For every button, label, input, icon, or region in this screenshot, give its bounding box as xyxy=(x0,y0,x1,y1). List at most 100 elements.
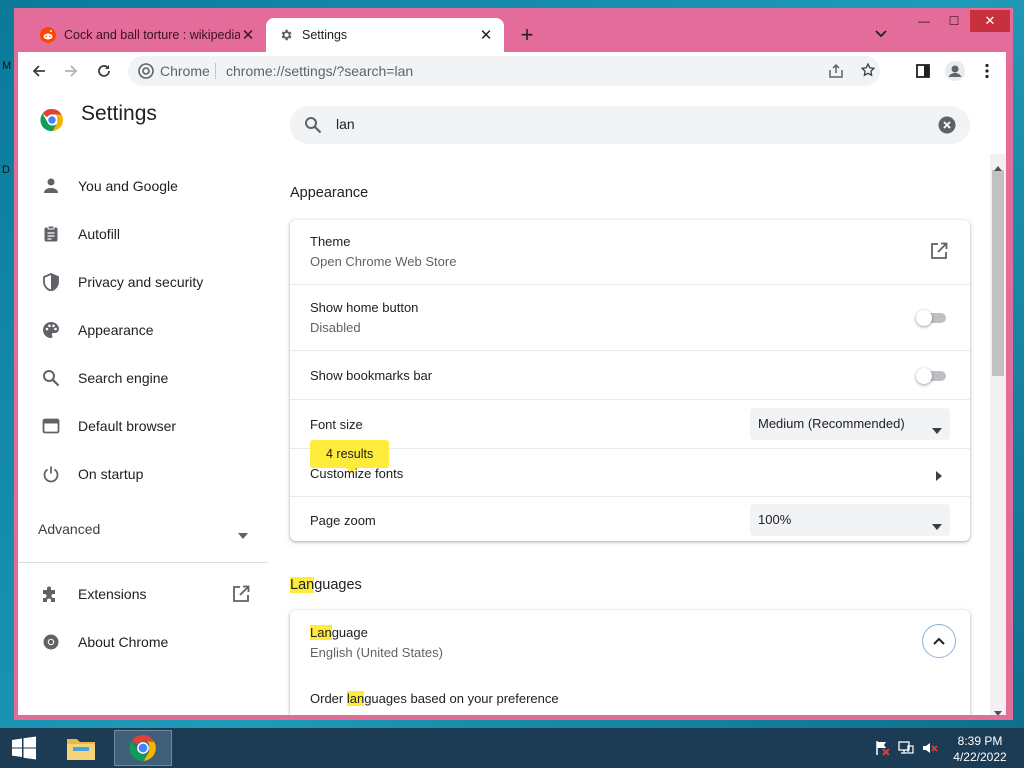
menu-button[interactable] xyxy=(974,58,1000,84)
languages-section-title: Languages xyxy=(290,577,362,593)
open-in-new-icon[interactable] xyxy=(930,242,948,265)
chrome-icon xyxy=(138,63,154,84)
language-row[interactable]: Language English (United States) xyxy=(290,610,970,674)
tab-reddit[interactable]: Cock and ball torture : wikipedia ✕ xyxy=(34,18,266,52)
customize-fonts-title: Customize fonts xyxy=(310,466,404,481)
scroll-down-icon[interactable] xyxy=(994,704,1002,715)
home-button-title: Show home button xyxy=(310,300,419,315)
start-button[interactable] xyxy=(4,730,44,766)
search-icon xyxy=(40,367,62,389)
advanced-toggle[interactable]: Advanced xyxy=(38,514,248,544)
sidebar-item-on-startup[interactable]: On startup xyxy=(18,454,268,494)
browser-icon xyxy=(40,415,62,437)
sidebar-divider xyxy=(18,562,268,563)
search-results-bubble: 4 results xyxy=(310,440,390,474)
settings-search[interactable]: lan xyxy=(290,106,970,144)
caret-down-icon xyxy=(932,517,942,535)
sidebar-item-label: Default browser xyxy=(78,418,177,434)
language-title: Language xyxy=(310,625,368,640)
forward-button[interactable] xyxy=(58,58,84,84)
share-icon[interactable] xyxy=(828,63,844,84)
side-panel-button[interactable] xyxy=(910,58,936,84)
collapse-language-button[interactable] xyxy=(922,624,956,658)
sidebar-item-label: Autofill xyxy=(78,226,121,242)
reload-button[interactable] xyxy=(91,58,117,84)
volume-muted-icon[interactable] xyxy=(920,730,940,766)
action-center-icon[interactable] xyxy=(872,730,892,766)
arrow-left-icon xyxy=(32,65,45,77)
sidebar-item-autofill[interactable]: Autofill xyxy=(18,214,268,254)
search-input[interactable]: lan xyxy=(336,116,355,132)
avatar-icon xyxy=(945,61,965,81)
search-highlight: Lan xyxy=(290,577,315,593)
profile-button[interactable] xyxy=(942,58,968,84)
search-highlight: lan xyxy=(346,691,365,706)
chrome-icon xyxy=(40,631,62,653)
page-zoom-select[interactable]: 100% xyxy=(750,504,950,536)
theme-row[interactable]: Theme Open Chrome Web Store xyxy=(290,220,970,284)
close-window-button[interactable]: ✕ xyxy=(970,10,1010,32)
sidebar-item-appearance[interactable]: Appearance xyxy=(18,310,268,350)
url-text[interactable]: chrome://settings/?search=lan xyxy=(226,63,413,79)
person-icon xyxy=(40,175,62,197)
sidebar-item-label: Extensions xyxy=(78,586,147,602)
font-size-row: Font size Medium (Recommended) xyxy=(290,399,970,448)
clock-time: 8:39 PM xyxy=(957,734,1003,748)
sidebar-item-label: Privacy and security xyxy=(78,274,204,290)
font-size-title: Font size xyxy=(310,417,363,432)
order-post: guages based on your preference xyxy=(364,691,559,706)
chrome-taskbar-button[interactable] xyxy=(114,730,172,766)
order-pre: Order xyxy=(310,691,347,706)
sidebar-item-about-chrome[interactable]: About Chrome xyxy=(18,622,268,662)
font-size-select[interactable]: Medium (Recommended) xyxy=(750,408,950,440)
bookmarks-bar-toggle[interactable] xyxy=(916,368,948,384)
kebab-menu-icon xyxy=(985,63,989,79)
sidebar-item-label: You and Google xyxy=(78,178,178,194)
scroll-up-icon[interactable] xyxy=(994,158,1002,171)
sidebar-item-extensions[interactable]: Extensions xyxy=(18,574,268,614)
sidebar-item-search-engine[interactable]: Search engine xyxy=(18,358,268,398)
bookmarks-bar-row[interactable]: Show bookmarks bar xyxy=(290,350,970,399)
theme-subtitle: Open Chrome Web Store xyxy=(310,254,457,269)
side-panel-icon xyxy=(916,64,930,78)
home-button-row[interactable]: Show home button Disabled xyxy=(290,284,970,350)
site-label: Chrome xyxy=(160,63,210,79)
theme-title: Theme xyxy=(310,234,351,249)
language-title-rest: guage xyxy=(331,625,368,640)
maximize-button[interactable]: ☐ xyxy=(940,12,968,30)
minimize-button[interactable]: — xyxy=(910,12,938,30)
reddit-icon xyxy=(40,27,56,43)
order-languages-text: Order languages based on your preference xyxy=(310,691,559,706)
sidebar-item-default-browser[interactable]: Default browser xyxy=(18,406,268,446)
sidebar-item-label: About Chrome xyxy=(78,634,169,650)
close-tab-icon[interactable]: ✕ xyxy=(240,26,256,44)
clipboard-icon xyxy=(40,223,62,245)
system-clock[interactable]: 8:39 PM 4/22/2022 xyxy=(950,733,1010,765)
tab-settings[interactable]: Settings ✕ xyxy=(266,18,504,52)
file-explorer-button[interactable] xyxy=(56,730,106,766)
network-icon[interactable] xyxy=(896,730,916,766)
address-bar[interactable]: Chrome chrome://settings/?search=lan xyxy=(128,56,880,86)
home-button-toggle[interactable] xyxy=(916,310,948,326)
power-icon xyxy=(40,463,62,485)
sidebar-item-privacy[interactable]: Privacy and security xyxy=(18,262,268,302)
tab-search-icon[interactable] xyxy=(874,26,894,42)
tab-strip: Cock and ball torture : wikipedia ✕ Sett… xyxy=(14,8,1013,52)
close-tab-icon[interactable]: ✕ xyxy=(478,26,494,44)
scrollbar-thumb[interactable] xyxy=(992,170,1004,376)
language-subtitle: English (United States) xyxy=(310,645,443,660)
star-icon[interactable] xyxy=(860,62,876,83)
caret-down-icon xyxy=(238,526,248,542)
clear-search-icon[interactable] xyxy=(938,116,956,139)
sidebar-item-label: Search engine xyxy=(78,370,169,386)
bookmarks-bar-title: Show bookmarks bar xyxy=(310,368,433,383)
clock-date: 4/22/2022 xyxy=(953,750,1007,764)
advanced-label: Advanced xyxy=(38,521,101,537)
home-button-subtitle: Disabled xyxy=(310,320,361,335)
sidebar-item-you-and-google[interactable]: You and Google xyxy=(18,166,268,206)
back-button[interactable] xyxy=(26,58,52,84)
languages-card: Language English (United States) Order l… xyxy=(290,610,970,715)
new-tab-button[interactable]: + xyxy=(514,22,540,48)
caret-right-icon xyxy=(936,468,942,486)
customize-fonts-row[interactable]: 4 results Customize fonts xyxy=(290,440,970,496)
